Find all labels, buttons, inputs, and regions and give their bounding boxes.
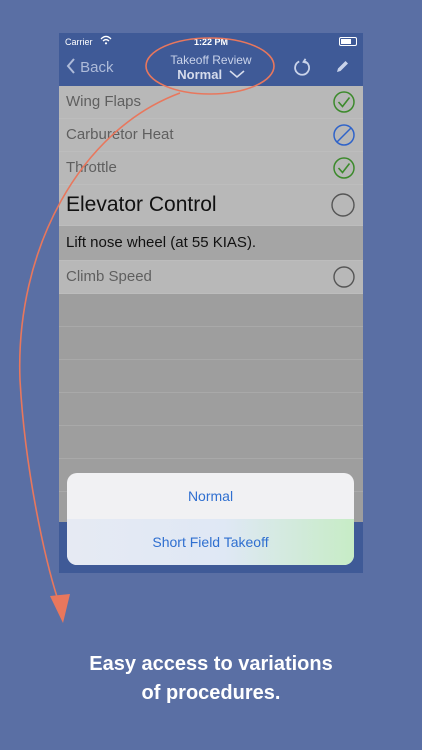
check-circle-icon[interactable] [333, 157, 355, 179]
instruction-text: Lift nose wheel (at 55 KIAS). [66, 234, 257, 251]
list-item-current[interactable]: Elevator Control [59, 185, 363, 226]
status-bar: Carrier 1:22 PM [59, 33, 363, 51]
list-item[interactable]: Carburetor Heat [59, 119, 363, 152]
slash-circle-icon[interactable] [333, 124, 355, 146]
checklist: Wing Flaps Carburetor Heat Throttle Elev… [59, 86, 363, 492]
item-label: Wing Flaps [66, 93, 142, 110]
empty-circle-icon[interactable] [331, 193, 355, 217]
list-item[interactable]: Climb Speed [59, 261, 363, 294]
chevron-down-icon [229, 70, 245, 79]
empty-row [59, 294, 363, 327]
nav-title: Takeoff Review [170, 53, 252, 67]
annotation-arrowhead [50, 594, 70, 623]
item-label: Elevator Control [66, 193, 217, 216]
reset-icon[interactable] [292, 58, 312, 78]
empty-row [59, 360, 363, 393]
empty-row [59, 327, 363, 360]
empty-circle-icon[interactable] [333, 266, 355, 288]
caption-line-2: of procedures. [141, 682, 281, 704]
item-label: Throttle [66, 159, 117, 176]
procedure-selector[interactable]: Normal [59, 67, 363, 82]
status-time: 1:22 PM [193, 37, 228, 47]
pencil-icon[interactable] [333, 58, 351, 76]
item-label: Climb Speed [66, 268, 152, 285]
check-circle-icon[interactable] [333, 91, 355, 113]
caption-line-1: Easy access to variations [89, 653, 333, 675]
procedure-selector-label: Normal [177, 67, 223, 82]
empty-row [59, 393, 363, 426]
option-normal[interactable]: Normal [67, 473, 354, 520]
battery-icon [339, 37, 357, 46]
item-label: Carburetor Heat [66, 126, 174, 143]
instruction-row: Lift nose wheel (at 55 KIAS). [59, 226, 363, 261]
procedure-action-sheet: Normal Short Field Takeoff [67, 473, 354, 565]
empty-row [59, 426, 363, 459]
option-short-field-takeoff[interactable]: Short Field Takeoff [67, 519, 354, 565]
caption: Easy access to variations of procedures. [0, 650, 422, 708]
list-item[interactable]: Throttle [59, 152, 363, 185]
list-item[interactable]: Wing Flaps [59, 86, 363, 119]
nav-bar: Back Takeoff Review Normal [59, 51, 363, 86]
